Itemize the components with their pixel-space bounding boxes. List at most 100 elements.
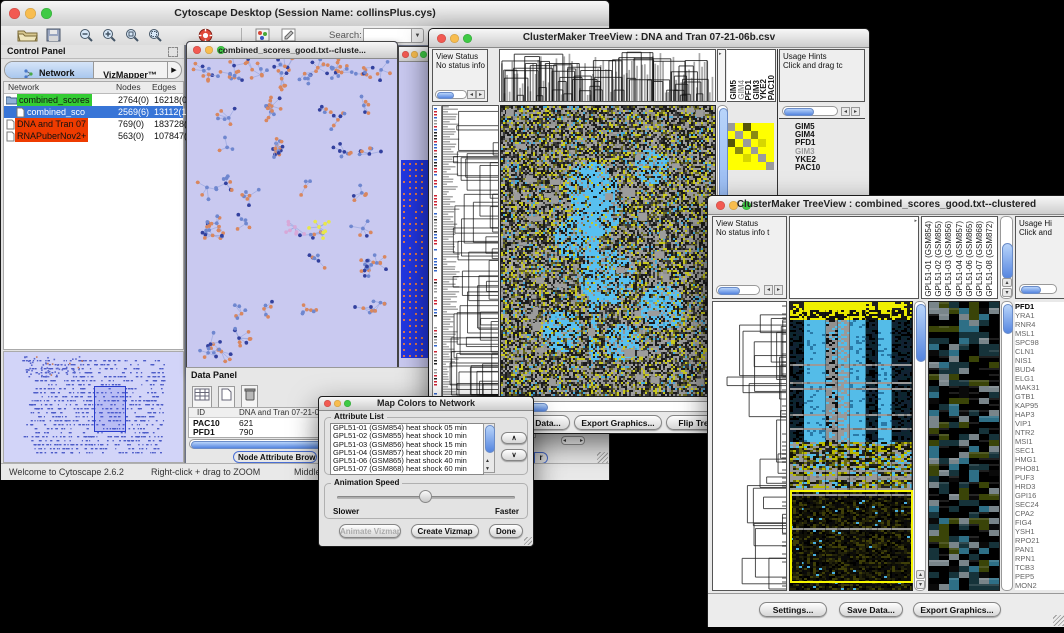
zoom-window-icon[interactable] [420,51,427,58]
gene-label[interactable]: BUD4 [1015,365,1064,374]
tv1-cluster-row-label[interactable]: PAC10 [795,164,855,172]
tv1-cluster-hscrollbar[interactable] [782,106,838,116]
heatmap-cell[interactable] [735,123,743,131]
attribute-list-item[interactable]: GPL51-07 (GSM868) heat shock 60 min [331,465,483,473]
attr-col-dna[interactable]: DNA and Tran 07-21-06... [239,408,330,417]
gene-label[interactable]: NIS1 [1015,356,1064,365]
heatmap-cell[interactable] [743,147,751,155]
heatmap-cell[interactable] [727,131,735,139]
treeview2-titlebar[interactable]: ClusterMaker TreeView : combined_scores_… [708,196,1064,215]
done-button[interactable]: Done [489,524,523,538]
heatmap-cell[interactable] [766,147,774,155]
gene-label[interactable]: GPI16 [1015,491,1064,500]
network-canvas[interactable] [187,59,395,371]
heatmap-cell[interactable] [751,123,759,131]
dialog-titlebar[interactable]: Map Colors to Network [319,397,533,411]
gene-label[interactable]: HAP3 [1015,410,1064,419]
heatmap-cell[interactable] [735,131,743,139]
heatmap-cell[interactable] [743,131,751,139]
gene-label[interactable]: HRD3 [1015,482,1064,491]
heatmap-cell[interactable] [766,131,774,139]
network-list-row[interactable]: combined_scores2764(0)16218(0) [4,94,183,106]
speed-slider-thumb[interactable] [419,490,432,503]
heatmap-cell[interactable] [751,131,759,139]
network-view-2-titlebar[interactable] [399,47,430,62]
search-dropdown-icon[interactable]: ▼ [411,28,424,43]
heatmap-cell[interactable] [758,154,766,162]
gene-label[interactable]: YSH1 [1015,527,1064,536]
tv2-column-dendrogram[interactable]: ▸ [789,216,919,299]
heatmap-cell[interactable] [735,147,743,155]
tv2-row-dendrogram[interactable] [712,301,787,591]
save-data-button[interactable]: Save Data... [839,602,903,617]
move-up-button[interactable]: ∧ [501,432,527,444]
resize-grip[interactable] [524,537,532,545]
heatmap-cell[interactable] [758,123,766,131]
scroll-right-icon[interactable]: ▸ [774,285,783,295]
tab-node-attribute-browser[interactable]: Node Attribute Browser [233,451,317,463]
attribute-list-scrollbar[interactable]: ▲ ▼ [483,423,495,473]
heatmap-cell[interactable] [751,139,759,147]
heatmap-cell[interactable] [758,139,766,147]
network-list-row[interactable]: DNA and Tran 07769(0)183728(0) [4,118,183,130]
tab-network[interactable]: Network [5,62,94,78]
heatmap-cell[interactable] [735,154,743,162]
scroll-up-icon[interactable]: ▴ [916,570,925,579]
tv2-genes-vscrollbar[interactable] [1001,301,1013,591]
mini-scroll-arrows[interactable]: ▸ [580,437,583,444]
float-panel-icon[interactable] [168,47,178,57]
move-down-button[interactable]: ∨ [501,449,527,461]
attribute-select-icon[interactable] [192,386,212,408]
network-list-row[interactable]: RNAPuberNov2+563(0)107847(0) [4,130,183,142]
scroll-down-icon[interactable]: ▾ [1002,288,1012,297]
create-vizmap-button[interactable]: Create Vizmap [411,524,479,538]
heatmap-cell[interactable] [743,139,751,147]
network-list-row[interactable]: combined_sco2569(6)13112(15) [4,106,183,118]
network-overview[interactable] [3,351,184,463]
gene-label[interactable]: CPA2 [1015,509,1064,518]
heatmap-cell[interactable] [751,154,759,162]
tv2-heatmap[interactable] [789,301,913,591]
gene-label[interactable]: KAP95 [1015,401,1064,410]
resize-grip[interactable] [597,452,608,463]
gene-label[interactable]: SEC24 [1015,500,1064,509]
tv2-status-scrollbar[interactable] [716,285,760,295]
gene-label[interactable]: PUF3 [1015,473,1064,482]
scroll-right-icon[interactable]: ▸ [851,107,860,116]
heatmap-cell[interactable] [735,139,743,147]
tv1-cluster-heatmap[interactable] [727,123,774,170]
network-canvas-2[interactable] [399,62,428,371]
gene-label[interactable]: SPC98 [1015,338,1064,347]
heatmap-cell[interactable] [727,139,735,147]
tv1-column-dendrogram[interactable] [499,49,716,102]
heatmap-cell[interactable] [758,131,766,139]
close-icon[interactable] [402,51,409,58]
tv2-col-labels-vscrollbar[interactable]: ▴ ▾ [1000,216,1013,299]
heatmap-cell[interactable] [751,147,759,155]
gene-label[interactable]: TCB3 [1015,563,1064,572]
treeview1-titlebar[interactable]: ClusterMaker TreeView : DNA and Tran 07-… [429,29,869,48]
heatmap-cell[interactable] [743,162,751,170]
gene-label[interactable]: VIP1 [1015,419,1064,428]
heatmap-cell[interactable] [766,162,774,170]
minimize-icon[interactable] [411,51,418,58]
tv1-splitter[interactable]: ▸ [717,49,726,102]
attr-col-id[interactable]: ID [197,408,205,417]
heatmap-cell[interactable] [743,154,751,162]
resize-grip[interactable] [1053,615,1064,626]
gene-label[interactable]: MAK31 [1015,383,1064,392]
gene-label[interactable]: RNR4 [1015,320,1064,329]
gene-label[interactable]: FIG4 [1015,518,1064,527]
gene-label[interactable]: PHO81 [1015,464,1064,473]
tv2-heatmap-vscrollbar[interactable]: ▴ ▾ [914,301,926,591]
heatmap-cell[interactable] [735,162,743,170]
gene-label[interactable]: SEC1 [1015,446,1064,455]
col-nodes[interactable]: Nodes [116,82,141,92]
export-graphics-button[interactable]: Export Graphics... [913,602,1001,617]
tv2-heatmap-secondary[interactable] [928,301,1000,591]
gene-label[interactable]: MSL1 [1015,329,1064,338]
heatmap-cell[interactable] [766,154,774,162]
settings-button[interactable]: Settings... [759,602,827,617]
export-graphics-button[interactable]: Export Graphics... [574,415,662,430]
heatmap-cell[interactable] [743,123,751,131]
